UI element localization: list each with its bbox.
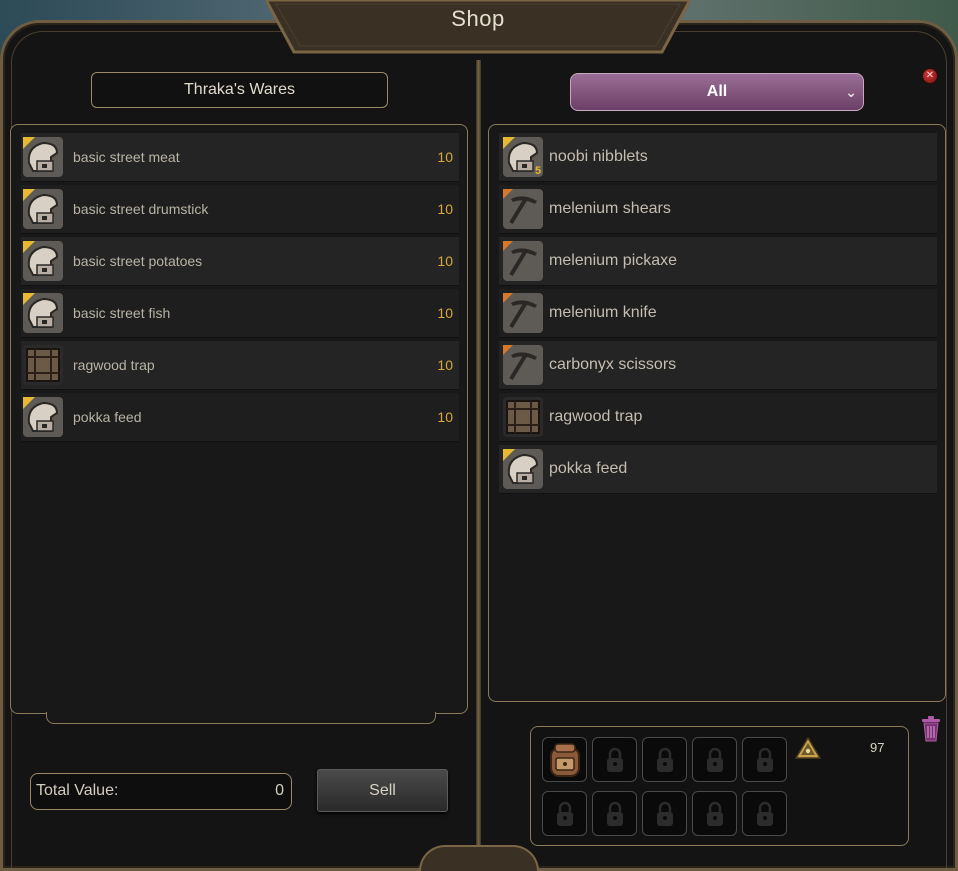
item-name: melenium shears [549,200,671,217]
item-name: melenium knife [549,304,657,321]
inventory-slot[interactable] [642,737,687,782]
title-plate: Shop [266,0,690,56]
food-sack-icon [23,293,63,333]
close-icon[interactable]: ✕ [922,68,938,84]
list-item[interactable]: melenium pickaxe [499,237,937,286]
inventory-slot[interactable] [642,791,687,836]
inventory-slot[interactable] [592,737,637,782]
crate-icon [23,345,63,385]
list-item[interactable]: pokka feed [499,445,937,494]
panel-divider [476,60,481,850]
list-item[interactable]: carbonyx scissors [499,341,937,390]
inventory-slot[interactable] [592,791,637,836]
food-sack-icon [23,397,63,437]
list-item[interactable]: melenium knife [499,289,937,338]
item-name: ragwood trap [549,408,643,425]
list-item[interactable]: basic street meat 10 [21,133,459,182]
food-sack-icon [23,137,63,177]
list-item[interactable]: basic street fish 10 [21,289,459,338]
item-name: noobi nibblets [549,148,648,165]
item-price: 10 [437,409,453,425]
food-sack-icon [23,241,63,281]
item-price: 10 [437,149,453,165]
chevron-down-icon: ⌄ [845,84,857,100]
crate-icon [503,397,543,437]
total-value: 0 [275,782,284,799]
inventory-slot[interactable] [692,791,737,836]
inventory-slot[interactable] [742,791,787,836]
list-item[interactable]: ragwood trap 10 [21,341,459,390]
item-name: melenium pickaxe [549,252,678,269]
item-name: basic street meat [73,149,180,165]
item-quantity: 5 [535,165,542,177]
inventory-slot[interactable] [542,737,587,782]
item-price: 10 [437,253,453,269]
item-name: ragwood trap [73,357,155,373]
total-value-label: Total Value: [36,782,119,799]
list-item[interactable]: melenium shears [499,185,937,234]
inventory-panel [530,726,909,846]
vendor-item-list: basic street meat 10 basic street drumstic… [10,124,468,714]
bottom-ornament [419,845,539,871]
inventory-slot[interactable] [692,737,737,782]
item-name: carbonyx scissors [549,356,677,373]
category-filter-dropdown[interactable]: All ⌄ [570,73,864,111]
pickaxe-icon [503,189,543,229]
list-item[interactable]: 5 noobi nibblets [499,133,937,182]
inventory-slot[interactable] [742,737,787,782]
item-price: 10 [437,357,453,373]
trash-icon[interactable] [920,716,942,747]
item-name: pokka feed [73,409,142,425]
player-item-list: 5 noobi nibblets melenium shears melenium p… [488,124,946,702]
food-sack-icon [503,449,543,489]
total-value-field: Total Value: 0 [30,773,292,810]
inventory-count: 97 [870,740,885,755]
list-item[interactable]: ragwood trap [499,393,937,442]
list-item[interactable]: pokka feed 10 [21,393,459,442]
item-name: pokka feed [549,460,628,477]
sell-button[interactable]: Sell [317,769,448,812]
filter-selected: All [706,83,728,100]
item-name: basic street fish [73,305,171,321]
item-price: 10 [437,305,453,321]
pickaxe-icon [503,345,543,385]
pickaxe-icon [503,293,543,333]
item-name: basic street potatoes [73,253,203,269]
item-name: basic street drumstick [73,201,209,217]
food-sack-icon [23,189,63,229]
item-price: 10 [437,201,453,217]
vendor-name: Thraka's Wares [91,72,388,108]
pickaxe-icon [503,241,543,281]
window-title: Shop [451,6,505,31]
inventory-slot[interactable] [542,791,587,836]
list-item[interactable]: basic street potatoes 10 [21,237,459,286]
warning-icon[interactable] [794,736,822,764]
list-item[interactable]: basic street drumstick 10 [21,185,459,234]
